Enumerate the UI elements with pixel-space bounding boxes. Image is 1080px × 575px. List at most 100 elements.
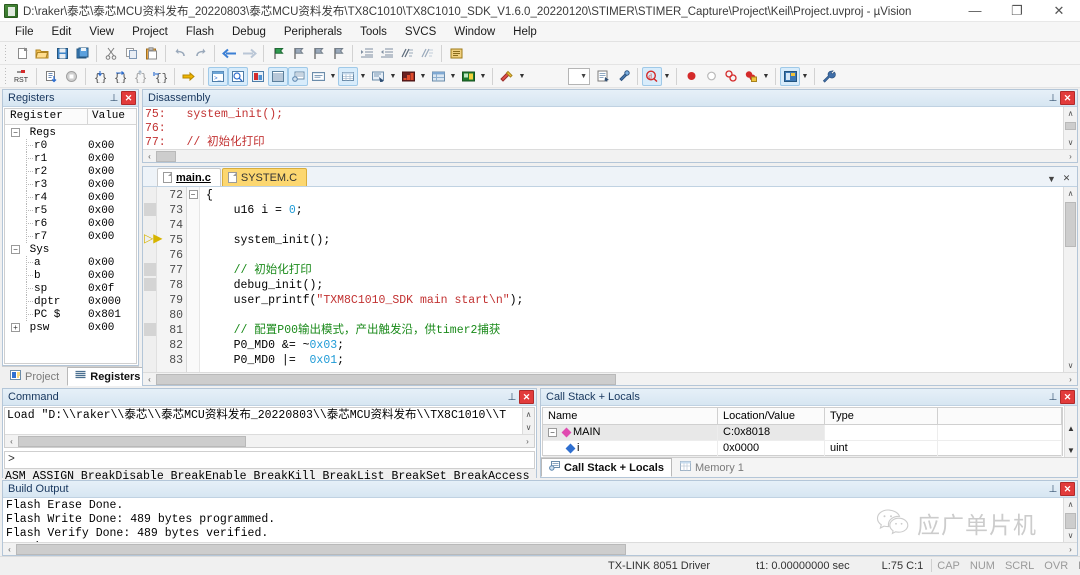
register-value[interactable]: 0x00 — [88, 179, 136, 191]
disable-all-breakpoints-icon[interactable] — [741, 67, 761, 86]
scroll-left-icon[interactable]: ‹ — [143, 152, 156, 161]
register-value[interactable]: 0x000 — [88, 296, 136, 308]
menu-svcs[interactable]: SVCS — [396, 24, 445, 40]
comment-lines-icon[interactable] — [397, 44, 417, 63]
register-row[interactable]: b 0x00 — [5, 269, 136, 282]
register-value[interactable]: 0x00 — [88, 257, 136, 269]
paste-icon[interactable] — [141, 44, 161, 63]
collapse-icon[interactable]: − — [11, 245, 20, 254]
callstack-vscrollbar[interactable]: ▲ ▼ — [1064, 406, 1077, 457]
outdent-icon[interactable] — [377, 44, 397, 63]
step-over-icon[interactable]: {} — [110, 67, 130, 86]
trace-window-icon[interactable] — [428, 67, 448, 86]
register-row[interactable]: r2 0x00 — [5, 165, 136, 178]
bookmark-toggle-icon[interactable] — [268, 44, 288, 63]
pin-icon[interactable]: ⊥ — [1046, 91, 1060, 106]
register-group-row[interactable]: − Sys — [5, 243, 136, 256]
scroll-left-icon[interactable]: ‹ — [5, 437, 18, 446]
command-vscrollbar[interactable]: ∧ ∨ — [522, 408, 534, 434]
register-value[interactable]: 0x801 — [88, 309, 136, 321]
menu-window[interactable]: Window — [445, 24, 504, 40]
scroll-down-icon[interactable]: ∨ — [1068, 529, 1074, 542]
register-row[interactable]: r5 0x00 — [5, 204, 136, 217]
start-stop-debug-icon[interactable]: d — [642, 66, 662, 86]
hscroll-track[interactable] — [156, 150, 1064, 162]
tab-project[interactable]: Project — [2, 367, 67, 386]
target-selector[interactable]: ▼ — [568, 67, 590, 85]
scroll-right-icon[interactable]: › — [1064, 545, 1077, 554]
scroll-thumb[interactable] — [1065, 122, 1076, 130]
scroll-down-icon[interactable]: ∨ — [1068, 136, 1074, 149]
editor-vscrollbar[interactable]: ∧ ∨ — [1063, 187, 1077, 372]
editor-text[interactable]: { u16 i = 0; system_init(); // 初始化打印 deb… — [200, 187, 1063, 372]
collapse-icon[interactable]: − — [11, 128, 20, 137]
disassembly-window-icon[interactable] — [228, 66, 248, 86]
disassembly-vscrollbar[interactable]: ∧ ∨ — [1063, 107, 1077, 149]
register-value[interactable]: 0x00 — [88, 218, 136, 230]
callstack-row[interactable]: − MAIN C:0x8018 — [543, 425, 1062, 441]
redo-icon[interactable] — [190, 44, 210, 63]
collapse-icon[interactable]: − — [548, 428, 557, 437]
scroll-up-icon[interactable]: ∧ — [526, 408, 532, 421]
register-row[interactable]: sp 0x0f — [5, 282, 136, 295]
register-value[interactable]: 0x00 — [88, 140, 136, 152]
register-row[interactable]: + psw 0x00 — [5, 321, 136, 334]
reset-cpu-icon[interactable]: RST — [12, 67, 32, 86]
disassembly-line[interactable]: 75: system_init(); — [143, 108, 1063, 122]
col-register[interactable]: Register — [5, 109, 88, 124]
close-registers-icon[interactable]: ✕ — [121, 91, 136, 105]
editor-close-icon[interactable]: ✕ — [1060, 173, 1073, 184]
registers-window-icon[interactable] — [268, 66, 288, 86]
tab-memory-1[interactable]: Memory 1 — [672, 458, 752, 477]
menu-peripherals[interactable]: Peripherals — [275, 24, 351, 40]
register-value[interactable]: 0x00 — [88, 231, 136, 243]
disable-breakpoint-icon[interactable] — [701, 67, 721, 86]
code-line[interactable]: P0_MD0 |= 0x01; — [200, 353, 1063, 368]
navigate-forward-icon[interactable] — [239, 44, 259, 63]
command-hscrollbar[interactable]: ‹ › — [5, 434, 534, 447]
build-output-vscrollbar[interactable]: ∧ ∨ — [1063, 498, 1077, 542]
col-type[interactable]: Type — [825, 408, 938, 424]
menu-debug[interactable]: Debug — [223, 24, 275, 40]
symbols-window-icon[interactable] — [248, 67, 268, 86]
bookmark-prev-icon[interactable] — [288, 44, 308, 63]
callstack-window-icon[interactable] — [288, 66, 308, 86]
minimize-button[interactable]: — — [954, 0, 996, 22]
pin-icon[interactable]: ⊥ — [1046, 390, 1060, 405]
scroll-down-icon[interactable]: ∨ — [1068, 359, 1074, 372]
hscroll-track[interactable] — [16, 543, 1064, 555]
close-build-output-icon[interactable]: ✕ — [1060, 482, 1075, 496]
maximize-button[interactable]: ❐ — [996, 0, 1038, 22]
register-value[interactable]: 0x00 — [88, 153, 136, 165]
register-row[interactable]: r7 0x00 — [5, 230, 136, 243]
col-value[interactable]: Value — [88, 109, 136, 124]
editor-breakpoint-margin[interactable]: ▷▶ — [143, 187, 162, 372]
register-row[interactable]: r1 0x00 — [5, 152, 136, 165]
configure-icon[interactable] — [446, 44, 466, 63]
register-row[interactable]: r3 0x00 — [5, 178, 136, 191]
new-file-icon[interactable] — [12, 44, 32, 63]
scroll-thumb[interactable] — [1065, 513, 1076, 529]
tab-callstack-locals[interactable]: Call Stack + Locals — [541, 458, 672, 477]
undo-icon[interactable] — [170, 44, 190, 63]
toolbar-grip[interactable] — [4, 44, 9, 62]
col-location[interactable]: Location/Value — [718, 408, 825, 424]
register-row[interactable]: dptr 0x000 — [5, 295, 136, 308]
settings-wrench-icon[interactable] — [819, 67, 839, 86]
scroll-up-icon[interactable]: ∧ — [1068, 107, 1074, 120]
system-viewer-dropdown-arrow-icon[interactable]: ▼ — [478, 67, 488, 86]
tab-registers[interactable]: Registers — [67, 367, 149, 386]
hscroll-thumb[interactable] — [156, 373, 616, 385]
breakpoints-dropdown-arrow-icon[interactable]: ▼ — [761, 67, 771, 86]
menu-project[interactable]: Project — [123, 24, 177, 40]
open-file-icon[interactable] — [32, 44, 52, 63]
scroll-up-icon[interactable]: ▲ — [1067, 424, 1075, 433]
code-line[interactable] — [200, 218, 1063, 233]
register-value[interactable]: 0x00 — [88, 205, 136, 217]
show-next-statement-icon[interactable] — [179, 67, 199, 86]
code-line[interactable] — [200, 248, 1063, 263]
insert-breakpoint-icon[interactable] — [681, 67, 701, 86]
analysis-dropdown-arrow-icon[interactable]: ▼ — [418, 67, 428, 86]
expand-icon[interactable]: + — [11, 323, 20, 332]
memory-window-icon[interactable] — [338, 66, 358, 86]
